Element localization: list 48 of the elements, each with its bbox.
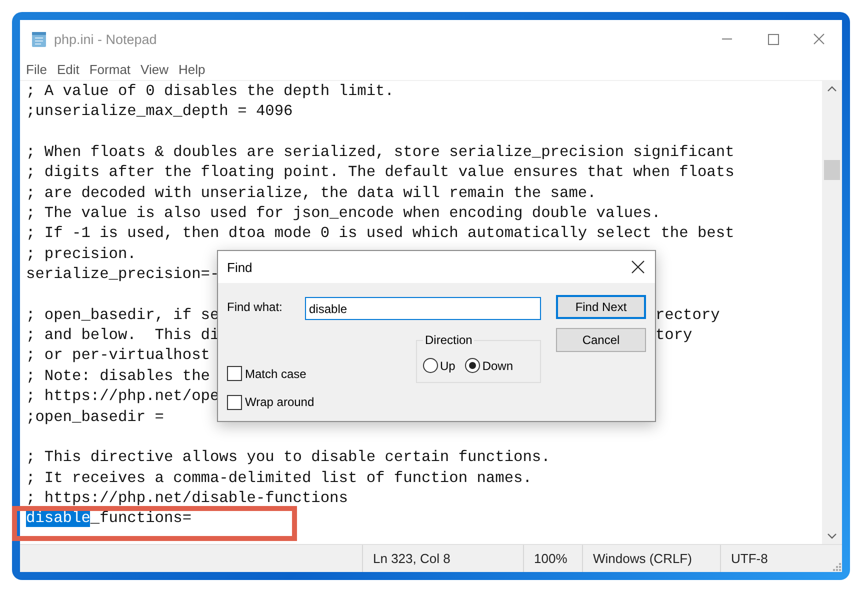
menu-item[interactable]: Help xyxy=(178,62,206,76)
code-line: ;open_basedir = xyxy=(26,406,164,427)
code-line: ; When floats & doubles are serialized, store serialize_precision significant xyxy=(26,142,734,162)
code-line: ; digits after the floating point. The default value ensures that when floats xyxy=(26,162,734,183)
window-title: php.ini - Notepad xyxy=(54,32,158,46)
code-line: ; A value of 0 disables the depth limit. xyxy=(26,81,394,102)
radio-button[interactable] xyxy=(423,358,438,373)
radio-button[interactable] xyxy=(465,358,480,373)
code-line: ;unserialize_max_depth = 4096 xyxy=(26,101,293,122)
menu-item[interactable]: View xyxy=(140,62,168,76)
close-icon[interactable] xyxy=(631,260,645,274)
dialog-title: Find xyxy=(227,260,252,274)
code-line: ; Note: disables the xyxy=(26,366,210,386)
code-line: ; The value is also used for json_encode when encoding double values. xyxy=(26,203,661,224)
status-text: 100% xyxy=(523,545,582,572)
resize-grip-icon[interactable] xyxy=(831,561,841,571)
find-what-label: Find what: xyxy=(227,300,284,314)
code-line: ; This directive allows you to disable certain functions. xyxy=(26,447,550,468)
code-line: serialize_precision=- xyxy=(26,264,220,284)
cancel-button[interactable]: Cancel xyxy=(556,328,646,352)
search-field[interactable]: disable xyxy=(305,297,541,320)
status-text: Windows (CRLF) xyxy=(582,545,720,572)
code-line: ; https://php.net/ope xyxy=(26,386,220,406)
checkbox-label[interactable]: Wrap around xyxy=(245,395,314,409)
notepad-icon xyxy=(30,30,48,48)
code-line: ; https://php.net/disable-functions xyxy=(26,488,348,508)
radio-label[interactable]: Up xyxy=(440,358,456,372)
menu-item[interactable]: Format xyxy=(89,62,131,76)
code-line: disable_functions= xyxy=(26,508,192,529)
scroll-thumb[interactable] xyxy=(824,160,840,180)
code-line: ; precision. xyxy=(26,244,136,264)
code-line: ; are decoded with unserialize, the data will remain the same. xyxy=(26,182,596,204)
code-line: tory xyxy=(655,325,692,346)
find-next-button[interactable]: Find Next xyxy=(556,295,646,319)
code-line: ; and below. This di xyxy=(26,325,220,346)
status-text: Ln 323, Col 8 xyxy=(362,545,523,572)
scrollbar[interactable] xyxy=(822,81,842,544)
checkbox[interactable] xyxy=(227,366,242,381)
checkbox[interactable] xyxy=(227,394,242,410)
checkbox-label[interactable]: Match case xyxy=(245,366,306,380)
menu-item[interactable]: Edit xyxy=(56,62,80,76)
code-line: ; It receives a comma-delimited list of function names. xyxy=(26,468,532,488)
menu-item[interactable]: File xyxy=(26,62,47,76)
code-line: ; If -1 is used, then dtoa mode 0 is used which automatically select the best xyxy=(26,223,734,244)
radio-label[interactable]: Down xyxy=(482,358,514,372)
code-line: rectory xyxy=(655,304,720,326)
code-line: ; or per-virtualhost xyxy=(26,345,210,366)
group-label: Direction xyxy=(423,333,474,347)
